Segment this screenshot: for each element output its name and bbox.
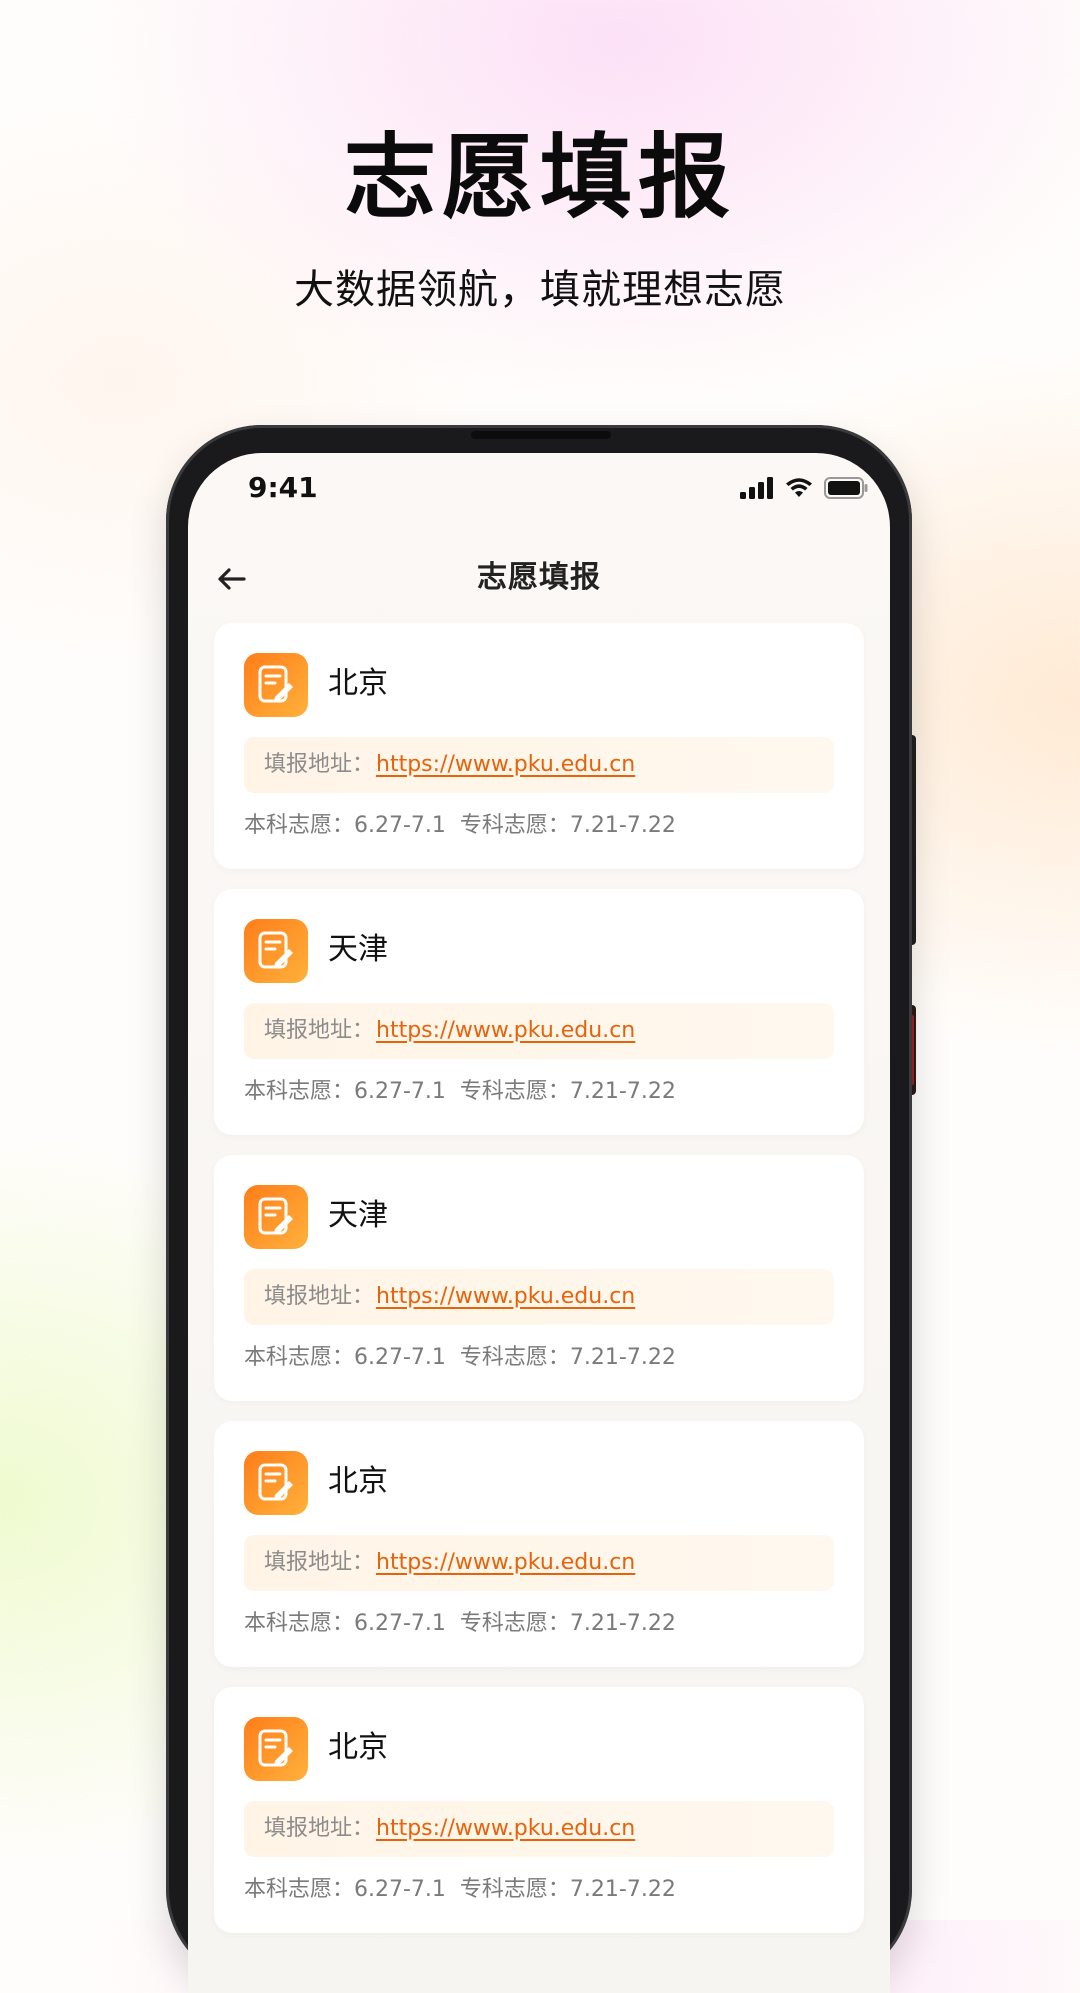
phone-screen: 9:41 志愿填报 北京 填报地址： https://www.pku.edu.c…	[188, 453, 890, 1993]
card-title: 天津	[328, 932, 388, 967]
card-dates: 本科志愿：6.27-7.1 专科志愿：7.21-7.22	[244, 1075, 676, 1109]
status-time: 9:41	[248, 471, 318, 504]
card-link-row: 填报地址： https://www.pku.edu.cn	[244, 1003, 834, 1059]
card-link-row: 填报地址： https://www.pku.edu.cn	[244, 1801, 834, 1857]
form-edit-icon	[244, 1451, 308, 1515]
card-title: 天津	[328, 1198, 388, 1233]
card-link-row: 填报地址： https://www.pku.edu.cn	[244, 1535, 834, 1591]
link-url[interactable]: https://www.pku.edu.cn	[376, 1003, 635, 1059]
province-card[interactable]: 北京 填报地址： https://www.pku.edu.cn 本科志愿：6.2…	[214, 1421, 864, 1667]
signal-icon	[740, 477, 773, 499]
card-title: 北京	[328, 1730, 388, 1765]
form-edit-icon	[244, 1717, 308, 1781]
hero-subtitle: 大数据领航，填就理想志愿	[294, 267, 786, 313]
status-icons	[740, 477, 868, 499]
form-edit-icon	[244, 919, 308, 983]
card-dates: 本科志愿：6.27-7.1 专科志愿：7.21-7.22	[244, 1873, 676, 1907]
link-label: 填报地址：	[264, 1816, 375, 1841]
page-title: 志愿填报	[477, 560, 601, 595]
card-link-row: 填报地址： https://www.pku.edu.cn	[244, 737, 834, 793]
form-edit-icon	[244, 653, 308, 717]
link-url[interactable]: https://www.pku.edu.cn	[376, 1269, 635, 1325]
form-edit-icon	[244, 1185, 308, 1249]
undergrad-dates: 本科志愿：6.27-7.1	[244, 813, 446, 838]
card-title: 北京	[328, 1464, 388, 1499]
phone-frame: 9:41 志愿填报 北京 填报地址： https://www.pku.edu.c…	[166, 425, 912, 1993]
link-label: 填报地址：	[264, 1018, 375, 1043]
undergrad-dates: 本科志愿：6.27-7.1	[244, 1877, 446, 1902]
undergrad-dates: 本科志愿：6.27-7.1	[244, 1345, 446, 1370]
card-title: 北京	[328, 666, 388, 701]
link-label: 填报地址：	[264, 1284, 375, 1309]
junior-dates: 专科志愿：7.21-7.22	[459, 813, 676, 838]
card-dates: 本科志愿：6.27-7.1 专科志愿：7.21-7.22	[244, 1341, 676, 1375]
undergrad-dates: 本科志愿：6.27-7.1	[244, 1079, 446, 1104]
link-label: 填报地址：	[264, 752, 375, 777]
hero-title: 志愿填报	[343, 124, 736, 231]
junior-dates: 专科志愿：7.21-7.22	[459, 1079, 676, 1104]
province-card[interactable]: 天津 填报地址： https://www.pku.edu.cn 本科志愿：6.2…	[214, 889, 864, 1135]
link-url[interactable]: https://www.pku.edu.cn	[376, 737, 635, 793]
province-card[interactable]: 北京 填报地址： https://www.pku.edu.cn 本科志愿：6.2…	[214, 623, 864, 869]
province-card[interactable]: 天津 填报地址： https://www.pku.edu.cn 本科志愿：6.2…	[214, 1155, 864, 1401]
link-url[interactable]: https://www.pku.edu.cn	[376, 1535, 635, 1591]
province-card[interactable]: 北京 填报地址： https://www.pku.edu.cn 本科志愿：6.2…	[214, 1687, 864, 1933]
status-bar: 9:41	[188, 453, 890, 533]
nav-bar: 志愿填报	[188, 543, 890, 613]
link-label: 填报地址：	[264, 1550, 375, 1575]
junior-dates: 专科志愿：7.21-7.22	[459, 1611, 676, 1636]
battery-icon	[824, 477, 868, 499]
province-list: 北京 填报地址： https://www.pku.edu.cn 本科志愿：6.2…	[214, 623, 864, 1953]
card-dates: 本科志愿：6.27-7.1 专科志愿：7.21-7.22	[244, 809, 676, 843]
phone-speaker	[471, 431, 611, 439]
wifi-icon	[786, 478, 812, 497]
junior-dates: 专科志愿：7.21-7.22	[459, 1345, 676, 1370]
link-url[interactable]: https://www.pku.edu.cn	[376, 1801, 635, 1857]
undergrad-dates: 本科志愿：6.27-7.1	[244, 1611, 446, 1636]
junior-dates: 专科志愿：7.21-7.22	[459, 1877, 676, 1902]
card-dates: 本科志愿：6.27-7.1 专科志愿：7.21-7.22	[244, 1607, 676, 1641]
card-link-row: 填报地址： https://www.pku.edu.cn	[244, 1269, 834, 1325]
